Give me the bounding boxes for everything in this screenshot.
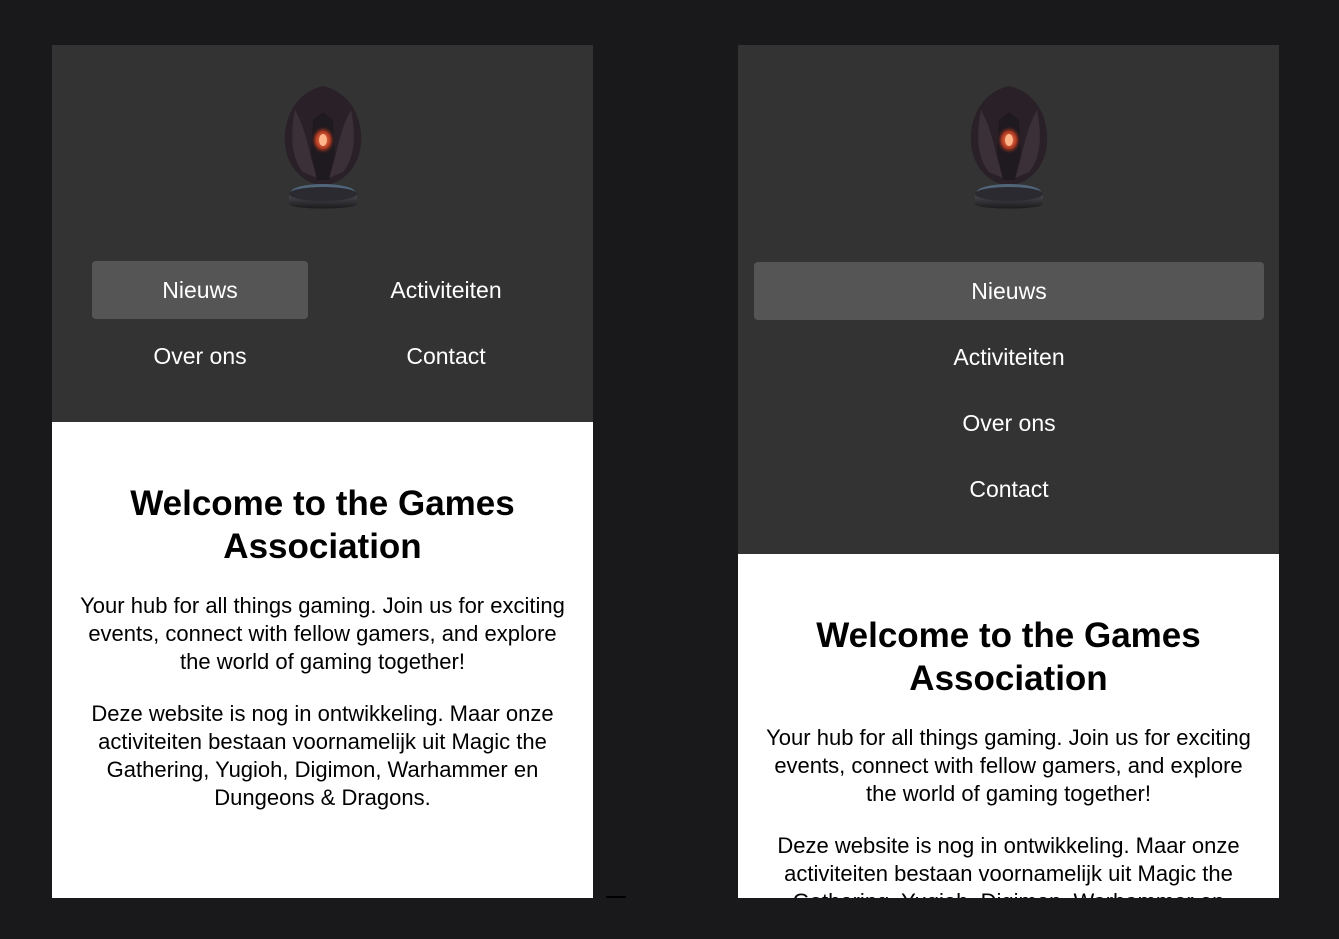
- site-header: Nieuws Activiteiten Over ons Contact: [52, 45, 593, 422]
- dragon-statue-logo-icon: [284, 86, 362, 209]
- dragon-statue-logo-icon: [970, 86, 1048, 209]
- site-header: Nieuws Activiteiten Over ons Contact: [738, 45, 1279, 554]
- screen-two-column-menu: Nieuws Activiteiten Over ons Contact Wel…: [52, 45, 593, 898]
- nav-item-contact[interactable]: Contact: [754, 460, 1264, 518]
- welcome-section: Welcome to the Games Association Your hu…: [738, 614, 1279, 898]
- page-title: Welcome to the Games Association: [130, 484, 515, 566]
- main-nav: Nieuws Activiteiten Over ons Contact: [754, 262, 1264, 526]
- nav-item-nieuws[interactable]: Nieuws: [92, 261, 308, 319]
- nav-item-over-ons[interactable]: Over ons: [92, 327, 308, 385]
- screen-stacked-menu: Nieuws Activiteiten Over ons Contact Wel…: [738, 45, 1279, 898]
- notice-text: Deze website is nog in ontwikkeling. Maa…: [91, 701, 554, 810]
- welcome-section: Welcome to the Games Association Your hu…: [52, 482, 593, 836]
- nav-item-activiteiten[interactable]: Activiteiten: [754, 328, 1264, 386]
- notice-text: Deze website is nog in ontwikkeling. Maa…: [777, 833, 1240, 898]
- nav-item-nieuws[interactable]: Nieuws: [754, 262, 1264, 320]
- nav-item-contact[interactable]: Contact: [338, 327, 554, 385]
- nav-item-over-ons[interactable]: Over ons: [754, 394, 1264, 452]
- nav-item-activiteiten[interactable]: Activiteiten: [338, 261, 554, 319]
- intro-text: Your hub for all things gaming. Join us …: [80, 593, 565, 674]
- divider: [606, 896, 626, 898]
- page-title: Welcome to the Games Association: [816, 616, 1201, 698]
- main-nav: Nieuws Activiteiten Over ons Contact: [92, 261, 554, 385]
- intro-text: Your hub for all things gaming. Join us …: [766, 725, 1251, 806]
